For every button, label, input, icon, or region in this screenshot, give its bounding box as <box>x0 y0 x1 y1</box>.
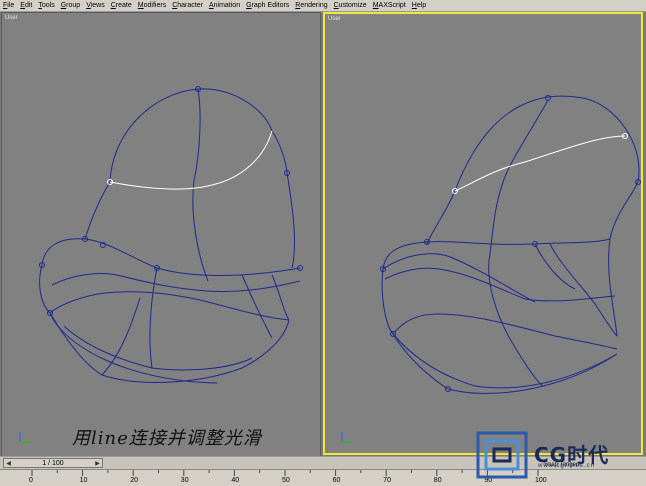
spline-vertical-mid <box>192 88 209 282</box>
ruler-tick-label: 70 <box>383 477 391 484</box>
menu-item-rendering[interactable]: Rendering <box>292 0 330 11</box>
viewport-user-left[interactable]: User <box>1 12 321 457</box>
frame-counter: 1 / 100 <box>42 460 64 467</box>
spline-front-r <box>488 253 544 387</box>
ruler-tick-label: 80 <box>433 477 442 484</box>
menu-item-character[interactable]: Character <box>169 0 206 11</box>
spline-base-outer-r <box>382 238 611 270</box>
chevron-left-icon[interactable]: ◀ <box>5 460 12 468</box>
ruler-tick-label: 10 <box>79 477 88 484</box>
spline-dome-right <box>271 130 296 269</box>
menu-item-customize[interactable]: Customize <box>331 0 370 11</box>
menu-item-animation[interactable]: Animation <box>206 0 243 11</box>
axis-gizmo-right <box>341 432 354 443</box>
spline-loop-small <box>49 312 218 384</box>
cg-times-logo: CG时代 www.cgtimes.cn <box>474 429 636 481</box>
menu-item-graph-editors[interactable]: Graph Editors <box>243 0 292 11</box>
axis-gizmo-left <box>19 432 32 443</box>
logo-emblem-icon <box>476 431 528 479</box>
spline-body-left <box>84 181 111 240</box>
spline-right-vert <box>241 274 273 339</box>
menu-item-create[interactable]: Create <box>108 0 135 11</box>
spline-right-r <box>549 243 618 337</box>
spline-base-front <box>39 264 290 383</box>
ruler-tick-label: 60 <box>332 477 341 484</box>
menu-item-views[interactable]: Views <box>83 0 108 11</box>
spline-arm-loop <box>49 291 290 321</box>
spline-base-inner <box>51 272 301 292</box>
menu-item-edit[interactable]: Edit <box>17 0 35 11</box>
ruler-tick-label: 0 <box>29 477 33 484</box>
menu-item-tools[interactable]: Tools <box>35 0 57 11</box>
ruler-tick-label: 30 <box>180 477 189 484</box>
spline-shape-right <box>341 95 641 443</box>
menu-item-group[interactable]: Group <box>58 0 83 11</box>
ruler-tick-label: 50 <box>282 477 290 484</box>
menu-item-maxscript[interactable]: MAXScript <box>370 0 409 11</box>
spline-right-r2 <box>534 243 576 290</box>
spline-back-right <box>608 181 639 337</box>
spline-body-left-r <box>426 190 456 245</box>
ruler-tick-label: 40 <box>231 477 240 484</box>
logo-subtext: www.cgtimes.cn <box>538 463 596 469</box>
viewport-user-right[interactable]: User <box>323 12 643 455</box>
spline-base-outer <box>41 238 301 276</box>
spline-base-inner-r <box>384 267 616 302</box>
spline-dome-right <box>454 95 640 192</box>
ruler-tick-label: 20 <box>130 477 138 484</box>
spline-bottom <box>63 325 253 371</box>
selected-spline-left <box>109 130 273 190</box>
menu-item-help[interactable]: Help <box>409 0 429 11</box>
chevron-right-icon[interactable]: ▶ <box>94 460 101 468</box>
menu-bar: File Edit Tools Group Views Create Modifiers Ch… <box>0 0 646 12</box>
selected-spline-right <box>454 135 626 192</box>
menu-item-modifiers[interactable]: Modifiers <box>135 0 169 11</box>
spline-loop-r <box>382 253 536 303</box>
menu-item-file[interactable]: File <box>0 0 17 11</box>
spline-right-vert-2 <box>271 274 290 321</box>
spline-vertical-r <box>489 99 549 255</box>
spline-arm-r <box>392 313 618 350</box>
time-slider[interactable]: ◀ 1 / 100 ▶ <box>3 458 103 468</box>
tutorial-caption: 用line连接并调整光滑 <box>72 428 262 449</box>
spline-shape-left <box>19 86 303 443</box>
